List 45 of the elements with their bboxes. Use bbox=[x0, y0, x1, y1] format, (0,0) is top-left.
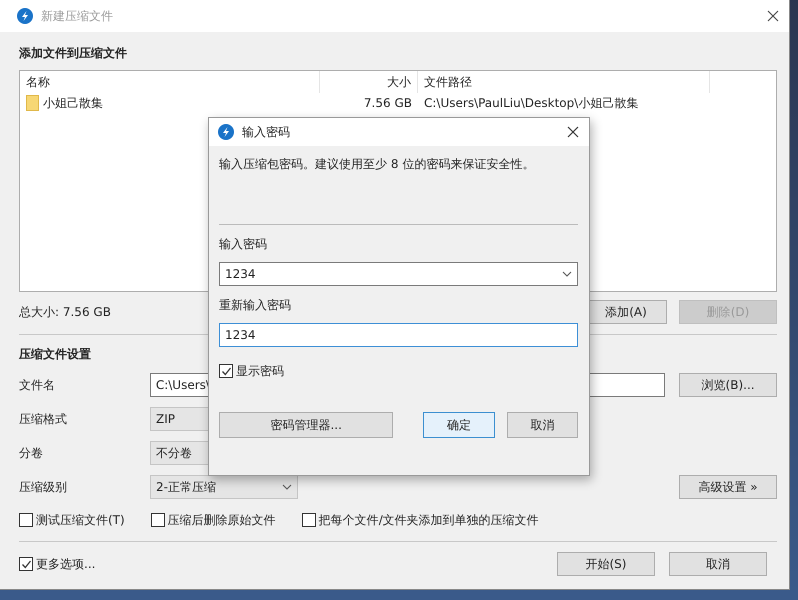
checkbox[interactable] bbox=[19, 513, 33, 527]
file-size: 7.56 GB bbox=[362, 96, 413, 110]
dialog-button[interactable]: 密码管理器... bbox=[219, 412, 394, 438]
window-title: 新建压缩文件 bbox=[41, 8, 114, 24]
action-button[interactable]: 浏览(B)... bbox=[679, 373, 778, 397]
checkbox-label: 显示密码 bbox=[236, 362, 284, 380]
column-header[interactable]: 文件路径 bbox=[418, 71, 710, 93]
checkbox[interactable] bbox=[302, 513, 316, 527]
checkbox[interactable] bbox=[219, 364, 233, 378]
field-label: 输入密码 bbox=[219, 236, 268, 253]
setting-label: 压缩格式 bbox=[19, 410, 68, 428]
setting-label: 压缩级别 bbox=[19, 478, 68, 496]
caret-icon bbox=[282, 484, 292, 490]
checkbox-label: 压缩后删除原始文件 bbox=[168, 512, 276, 528]
checkbox-label: 把每个文件/文件夹添加到单独的压缩文件 bbox=[318, 512, 539, 528]
dialog-button[interactable]: 确定 bbox=[423, 412, 495, 438]
setting-label: 分卷 bbox=[19, 444, 44, 462]
app-logo-icon bbox=[218, 124, 234, 140]
dialog-button[interactable]: 取消 bbox=[669, 552, 767, 576]
checkbox-label: 更多选项... bbox=[36, 556, 96, 572]
checkbox-label: 测试压缩文件(T) bbox=[36, 512, 125, 528]
dialog-title: 输入密码 bbox=[242, 124, 291, 140]
dialog-button[interactable]: 开始(S) bbox=[557, 552, 655, 576]
checkbox[interactable] bbox=[19, 557, 33, 571]
dialog-message: 输入压缩包密码。建议使用至少 8 位的密码来保证安全性。 bbox=[219, 156, 536, 173]
dropdown[interactable]: 2-正常压缩 bbox=[150, 475, 298, 499]
column-header[interactable]: 大小 bbox=[320, 71, 418, 93]
setting-label: 文件名 bbox=[19, 376, 56, 394]
close-icon[interactable] bbox=[567, 126, 579, 138]
close-icon[interactable] bbox=[767, 10, 779, 22]
column-header[interactable]: 名称 bbox=[20, 71, 320, 93]
dialog-button[interactable]: 取消 bbox=[506, 412, 578, 438]
password-field[interactable]: 1234 bbox=[219, 323, 578, 347]
checkbox[interactable] bbox=[150, 513, 165, 527]
field-label: 重新输入密码 bbox=[219, 297, 292, 314]
section-heading: 压缩文件设置 bbox=[19, 346, 92, 363]
action-button[interactable]: 高级设置 » bbox=[679, 475, 777, 499]
caret-icon bbox=[562, 271, 572, 277]
section-heading: 添加文件到压缩文件 bbox=[19, 45, 128, 62]
password-field[interactable]: 1234 bbox=[219, 262, 578, 286]
app-logo-icon bbox=[17, 8, 33, 24]
file-name: 小姐己散集 bbox=[43, 94, 103, 112]
total-size: 总大小: 7.56 GB bbox=[19, 304, 111, 320]
file-path: C:\Users\PaulLiu\Desktop\小姐己散集 bbox=[423, 94, 640, 112]
folder-icon bbox=[26, 95, 39, 111]
